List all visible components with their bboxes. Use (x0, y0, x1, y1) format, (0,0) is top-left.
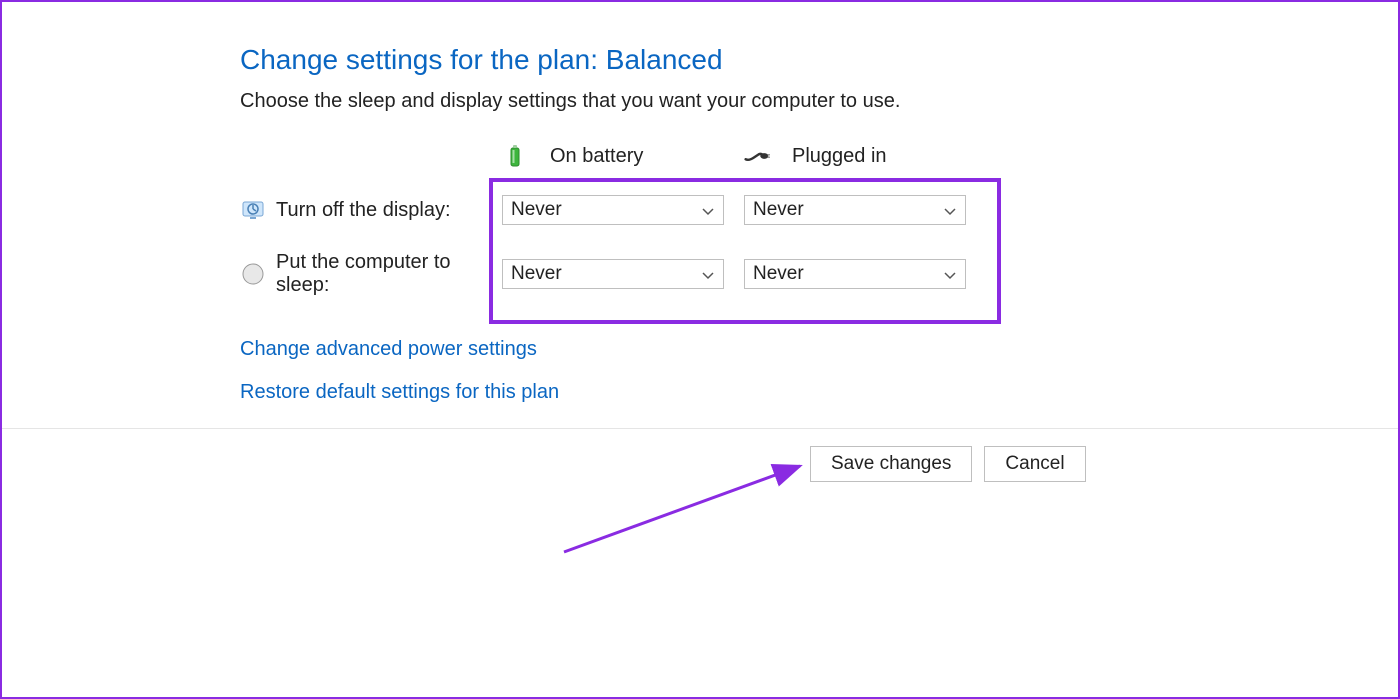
page-subtitle: Choose the sleep and display settings th… (240, 90, 1140, 113)
links-section: Change advanced power settings Restore d… (240, 338, 559, 424)
column-header-battery: On battery (502, 143, 724, 169)
display-plugged-select[interactable]: Never (744, 195, 966, 225)
row-label-sleep: Put the computer to sleep: (240, 251, 502, 297)
sleep-plugged-select[interactable]: Never (744, 259, 966, 289)
column-header-plugged-label: Plugged in (792, 145, 887, 168)
chevron-down-icon (943, 203, 957, 217)
row-label-display-text: Turn off the display: (276, 199, 451, 222)
chevron-down-icon (943, 267, 957, 281)
button-bar: Save changes Cancel (810, 446, 1086, 482)
settings-grid: On battery Plugged in (240, 143, 1140, 297)
monitor-icon (240, 197, 266, 223)
window-frame: Change settings for the plan: Balanced C… (0, 0, 1400, 699)
restore-defaults-link[interactable]: Restore default settings for this plan (240, 381, 559, 404)
save-changes-label: Save changes (831, 453, 951, 475)
chevron-down-icon (701, 203, 715, 217)
display-battery-select[interactable]: Never (502, 195, 724, 225)
column-header-battery-label: On battery (550, 145, 643, 168)
column-header-plugged: Plugged in (744, 143, 966, 169)
page-title: Change settings for the plan: Balanced (240, 44, 1140, 76)
divider (2, 428, 1398, 429)
battery-icon (502, 143, 528, 169)
cancel-button[interactable]: Cancel (984, 446, 1085, 482)
row-label-display: Turn off the display: (240, 197, 502, 223)
plug-icon (744, 143, 770, 169)
display-plugged-value: Never (753, 199, 804, 221)
sleep-battery-value: Never (511, 263, 562, 285)
main-content: Change settings for the plan: Balanced C… (240, 44, 1140, 297)
sleep-battery-select[interactable]: Never (502, 259, 724, 289)
display-battery-value: Never (511, 199, 562, 221)
moon-icon (240, 261, 266, 287)
cancel-label: Cancel (1005, 453, 1064, 475)
chevron-down-icon (701, 267, 715, 281)
save-changes-button[interactable]: Save changes (810, 446, 972, 482)
row-label-sleep-text: Put the computer to sleep: (276, 251, 502, 297)
sleep-plugged-value: Never (753, 263, 804, 285)
advanced-settings-link[interactable]: Change advanced power settings (240, 338, 537, 361)
annotation-arrow (556, 450, 816, 560)
